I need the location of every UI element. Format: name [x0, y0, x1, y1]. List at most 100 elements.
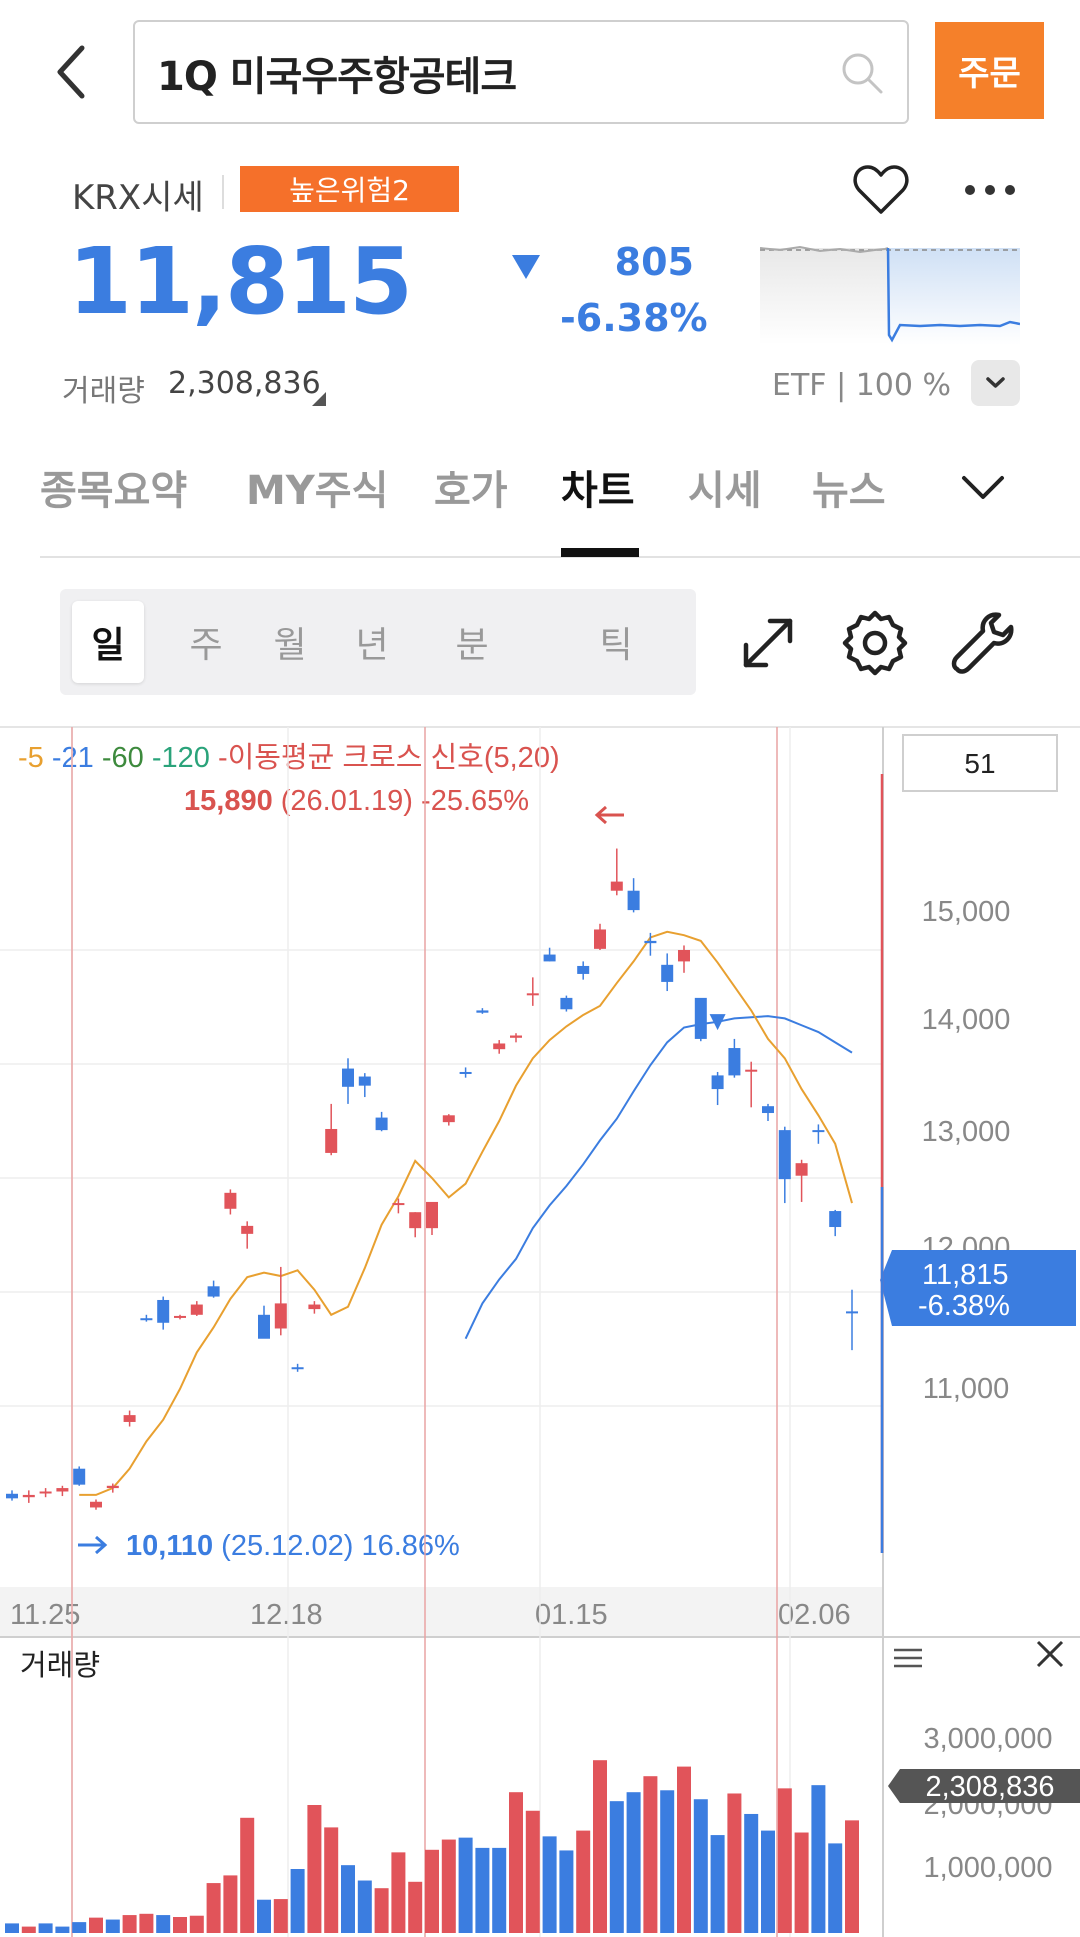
volume-bar — [72, 1922, 87, 1933]
volume-panel-title: 거래량 — [20, 1650, 100, 1682]
candle — [510, 1035, 522, 1038]
candle — [140, 1318, 153, 1321]
volume-bar — [660, 1790, 675, 1933]
current-pct-label: -6.38% — [918, 1290, 1010, 1322]
volume-bar — [794, 1832, 809, 1933]
tab-summary[interactable]: 종목요약 — [40, 458, 187, 516]
volume-bar — [492, 1847, 507, 1933]
chevron-down-icon[interactable] — [958, 470, 1008, 504]
candle — [90, 1501, 102, 1508]
candle — [6, 1493, 18, 1499]
left-arrow-icon — [594, 805, 624, 825]
candle — [812, 1130, 825, 1133]
volume-bar — [223, 1875, 238, 1933]
candlestick-chart[interactable]: 51 -5 -21 -60 -120 -이동평균 크로스 신호(5,20) 15… — [0, 727, 1080, 1937]
volume-bar — [55, 1926, 70, 1933]
market-label: KRX시세 — [72, 178, 204, 218]
volume-bar — [5, 1923, 19, 1933]
tab-bar: 종목요약 MY주식 호가 차트 시세 뉴스 — [0, 452, 1080, 562]
back-arrow-icon[interactable] — [52, 42, 92, 102]
candle — [190, 1304, 203, 1315]
period-minute[interactable]: 분 — [436, 601, 508, 683]
low-annotation: 10,110 (25.12.02) 16.86% — [126, 1530, 460, 1562]
current-price: 11,815 — [68, 228, 413, 335]
candle — [22, 1494, 35, 1498]
candle — [358, 1076, 371, 1086]
candle — [123, 1415, 136, 1422]
candle — [342, 1068, 354, 1087]
y-tick-label: 11,000 — [923, 1373, 1010, 1405]
candle — [543, 954, 556, 962]
high-price: 15,890 — [184, 785, 273, 817]
volume-bar — [257, 1899, 271, 1933]
menu-icon[interactable] — [894, 1648, 922, 1668]
volume-bar — [273, 1899, 288, 1933]
candle — [157, 1299, 170, 1323]
candle — [274, 1303, 287, 1329]
heart-icon[interactable] — [852, 162, 910, 216]
y-tick-label: 13,000 — [922, 1116, 1011, 1148]
chart-legend: -5 -21 -60 -120 -이동평균 크로스 신호(5,20) — [18, 742, 560, 774]
volume-bar — [761, 1830, 775, 1933]
candle — [829, 1211, 842, 1228]
candle — [308, 1304, 321, 1310]
period-day[interactable]: 일 — [72, 601, 144, 683]
etf-info: ETF | 100 % — [772, 368, 952, 403]
stock-search-box[interactable]: 1Q 미국우주항공테크 — [133, 20, 909, 124]
high-date: (26.01.19) — [281, 785, 413, 817]
legend-ma120: 120 — [162, 742, 210, 774]
period-selector: 일 주 월 년 분 틱 — [60, 589, 696, 695]
close-icon[interactable] — [1036, 1640, 1064, 1668]
candle — [442, 1115, 455, 1123]
volume-bar — [105, 1919, 120, 1933]
expand-dropdown-button[interactable] — [971, 360, 1020, 406]
tab-chart[interactable]: 차트 — [561, 458, 635, 516]
candle — [459, 1071, 472, 1074]
candle — [762, 1106, 774, 1114]
fullscreen-icon[interactable] — [732, 607, 804, 679]
candle — [846, 1311, 858, 1314]
volume-bar — [576, 1830, 591, 1933]
volume-bar — [693, 1799, 708, 1933]
search-icon[interactable] — [837, 48, 887, 98]
volume-bar — [122, 1915, 137, 1933]
period-year[interactable]: 년 — [336, 601, 408, 683]
wrench-icon[interactable] — [947, 607, 1019, 679]
x-tick-label: 02.06 — [778, 1599, 851, 1631]
tab-news[interactable]: 뉴스 — [812, 458, 886, 516]
tab-quotes[interactable]: 시세 — [688, 458, 762, 516]
price-change-percent: -6.38% — [560, 296, 708, 340]
volume-bar — [559, 1850, 574, 1933]
volume-bar — [206, 1883, 221, 1933]
candle — [577, 965, 590, 974]
candle — [745, 1069, 758, 1072]
tab-orderbook[interactable]: 호가 — [434, 458, 508, 516]
volume-bar — [240, 1817, 255, 1933]
volume-tick-label: 1,000,000 — [923, 1852, 1052, 1884]
gear-icon[interactable] — [839, 607, 911, 679]
volume-bar — [811, 1785, 826, 1933]
candle — [694, 997, 707, 1039]
volume-bar — [626, 1792, 641, 1933]
candle — [174, 1315, 186, 1318]
candle — [627, 890, 640, 911]
volume-bar — [408, 1881, 423, 1933]
divider — [222, 175, 224, 209]
volume-bar — [441, 1839, 456, 1933]
intraday-mini-chart — [760, 245, 1020, 345]
candle — [56, 1488, 69, 1492]
period-week[interactable]: 주 — [170, 601, 242, 683]
volume-bar — [593, 1760, 607, 1933]
candle — [291, 1367, 304, 1370]
legend-ma60: 60 — [112, 742, 144, 774]
volume-tick-label: 3,000,000 — [923, 1723, 1052, 1755]
tab-my-stock[interactable]: MY주식 — [246, 458, 388, 516]
legend-ma5: 5 — [28, 742, 44, 774]
more-options-icon[interactable] — [960, 175, 1020, 205]
candle — [560, 997, 573, 1010]
period-tick[interactable]: 틱 — [580, 601, 652, 683]
high-pct: -25.65% — [421, 785, 529, 817]
order-button[interactable]: 주문 — [935, 22, 1044, 119]
stock-name: 1Q 미국우주항공테크 — [157, 54, 517, 100]
period-month[interactable]: 월 — [254, 601, 326, 683]
